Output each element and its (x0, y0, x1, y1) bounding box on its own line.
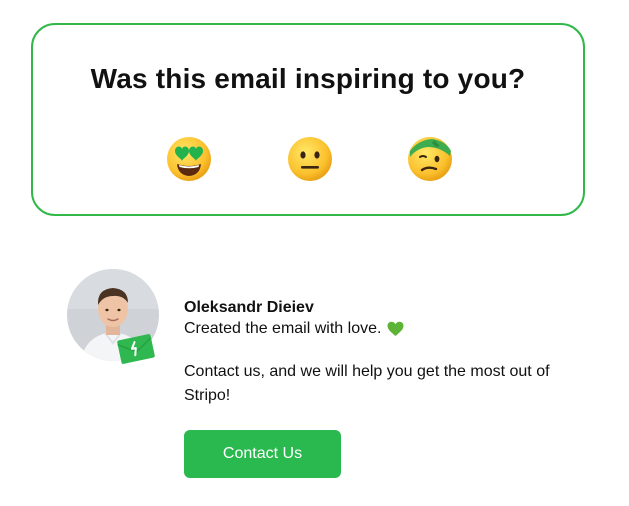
signature-name: Oleksandr Dieiev (184, 299, 314, 316)
bandaged-face-icon[interactable] (406, 135, 454, 183)
signature-block: Oleksandr Dieiev Created the email with … (184, 298, 564, 408)
feedback-survey-card: Was this email inspiring to you? (31, 23, 585, 216)
signature-note-text: Created the email with love. (184, 320, 382, 337)
contact-us-button[interactable]: Contact Us (184, 430, 341, 478)
heart-eyes-face-icon[interactable] (165, 135, 213, 183)
neutral-face-icon[interactable] (286, 135, 334, 183)
green-heart-icon (387, 321, 404, 337)
signature-message: Contact us, and we will help you get the… (184, 363, 550, 404)
signature-note: Created the email with love. (184, 318, 564, 340)
survey-title: Was this email inspiring to you? (90, 63, 526, 94)
stripo-badge-icon (116, 333, 156, 366)
